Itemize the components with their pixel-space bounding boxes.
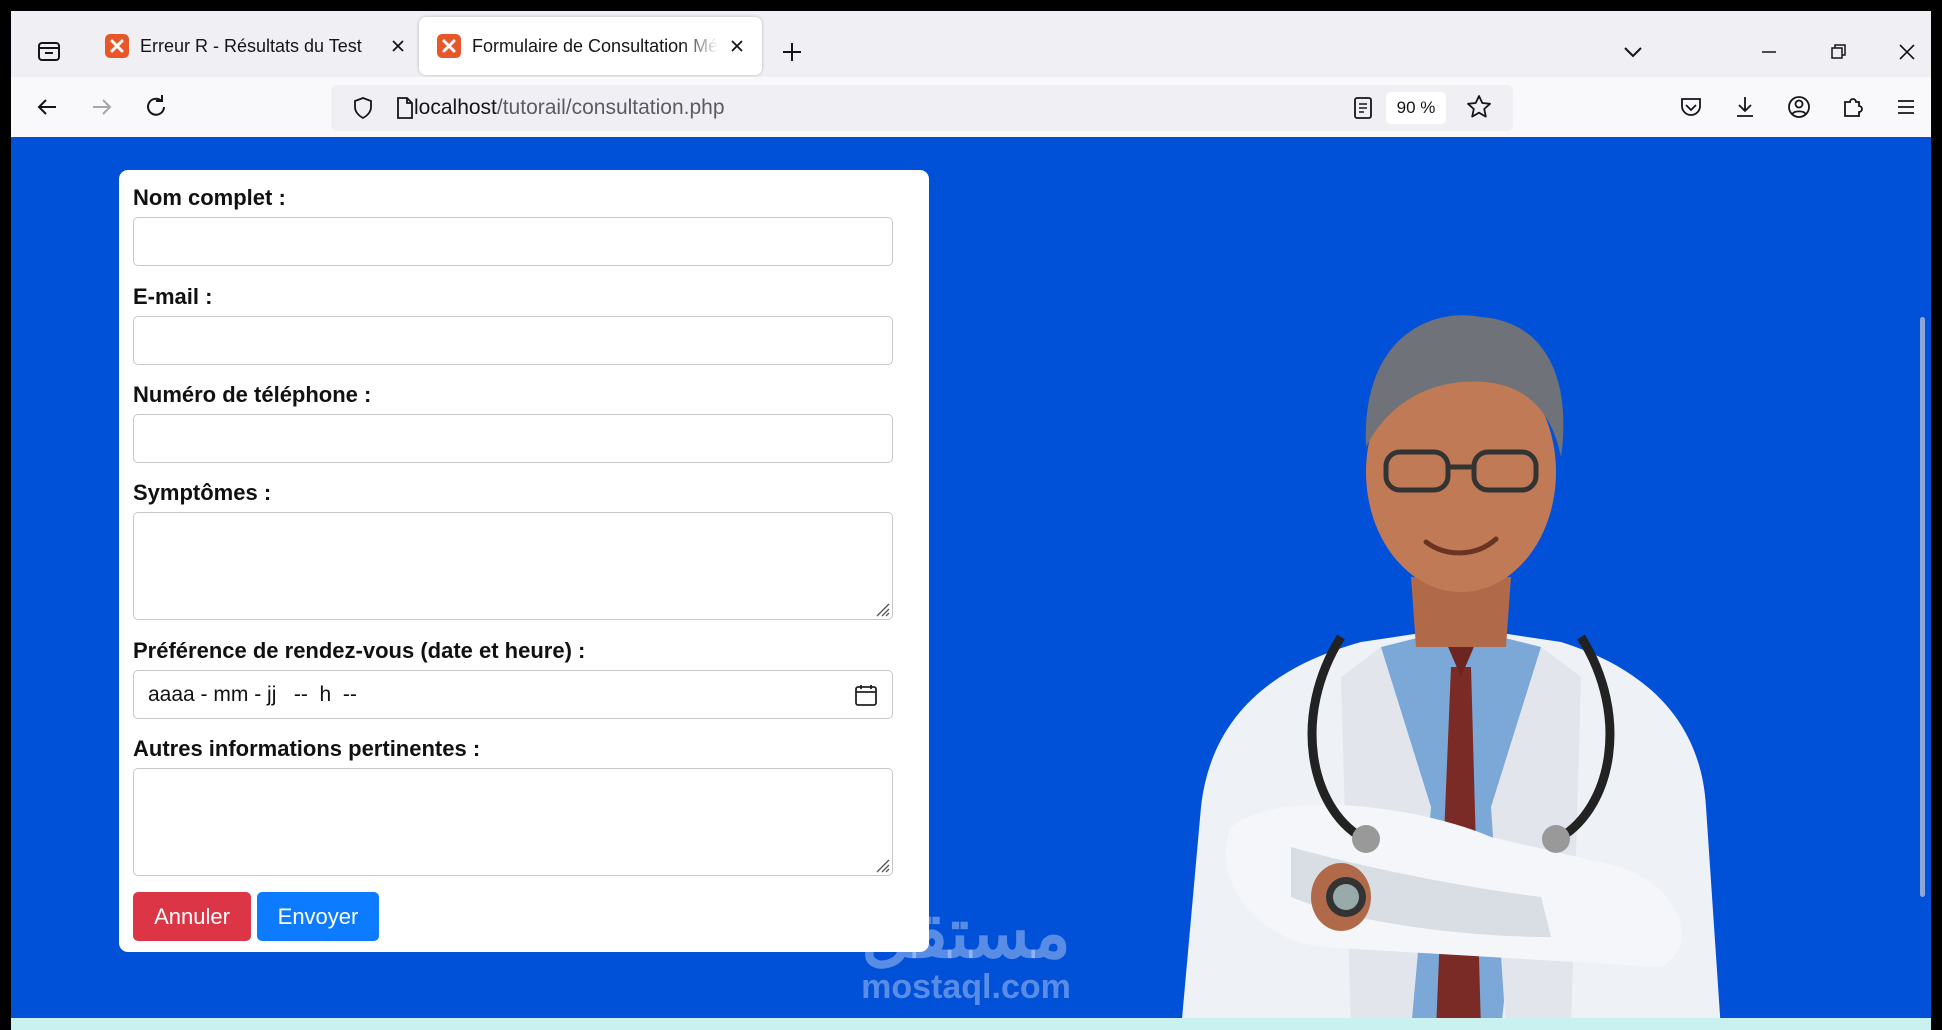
tab-title: Erreur R - Résultats du Test xyxy=(140,35,362,56)
tab-erreur-r[interactable]: Erreur R - Résultats du Test xyxy=(87,17,423,75)
phone-label: Numéro de téléphone : xyxy=(133,382,372,407)
minimize-icon[interactable] xyxy=(1752,35,1786,69)
doctor-illustration xyxy=(1181,315,1721,1030)
name-label: Nom complet : xyxy=(133,185,286,210)
other-info-label: Autres informations pertinentes : xyxy=(133,736,481,761)
send-button[interactable]: Envoyer xyxy=(257,892,379,941)
xampp-favicon-icon xyxy=(105,34,129,58)
url-path: /tutorail/consultation.php xyxy=(496,96,725,119)
close-window-icon[interactable] xyxy=(1890,35,1924,69)
tab-list-icon xyxy=(38,42,60,61)
browser-window: Erreur R - Résultats du Test Formulaire … xyxy=(11,11,1931,1030)
tracking-protection-shield-icon[interactable] xyxy=(348,93,378,123)
reload-icon[interactable] xyxy=(139,90,173,124)
restore-icon[interactable] xyxy=(1821,35,1855,69)
close-tab-icon[interactable] xyxy=(726,35,748,57)
email-label: E-mail : xyxy=(133,284,213,309)
page-bottom-strip xyxy=(11,1018,1931,1030)
cancel-button[interactable]: Annuler xyxy=(133,892,251,941)
pocket-icon[interactable] xyxy=(1675,91,1707,123)
calendar-icon[interactable] xyxy=(854,683,878,707)
consultation-form: Nom complet : E-mail : Numéro de télépho… xyxy=(119,170,929,952)
xampp-favicon-icon xyxy=(437,34,461,58)
new-tab-plus-icon[interactable] xyxy=(775,35,809,69)
forward-arrow-icon[interactable] xyxy=(85,90,119,124)
symptoms-textarea[interactable] xyxy=(133,512,893,620)
other-info-textarea[interactable] xyxy=(133,768,893,876)
watermark-arabic: مستقل xyxy=(861,894,1071,972)
reader-view-icon[interactable] xyxy=(1348,93,1378,123)
tab-title: Formulaire de Consultation Médicale xyxy=(472,35,718,56)
tab-formulaire-consultation[interactable]: Formulaire de Consultation Médicale xyxy=(419,17,762,75)
tab-strip: Erreur R - Résultats du Test Formulaire … xyxy=(11,11,1931,77)
url-text[interactable]: localhost/tutorail/consultation.php xyxy=(414,96,725,120)
tab-list-button[interactable] xyxy=(29,31,69,71)
vertical-scrollbar[interactable] xyxy=(1920,317,1925,897)
url-host: localhost xyxy=(414,96,497,119)
navigation-toolbar: localhost/tutorail/consultation.php 90 % xyxy=(11,77,1931,137)
datetime-placeholder: aaaa - mm - jj -- h -- xyxy=(148,683,357,706)
extensions-puzzle-icon[interactable] xyxy=(1837,91,1869,123)
email-input[interactable] xyxy=(133,316,893,365)
list-all-tabs-chevron-icon[interactable] xyxy=(1616,35,1650,69)
appointment-datetime-label: Préférence de rendez-vous (date et heure… xyxy=(133,638,586,663)
symptoms-label: Symptômes : xyxy=(133,480,272,505)
zoom-level-badge[interactable]: 90 % xyxy=(1386,92,1446,124)
mostaql-watermark: مستقل mostaql.com xyxy=(851,897,1081,1005)
hamburger-menu-icon[interactable] xyxy=(1890,91,1922,123)
phone-input[interactable] xyxy=(133,414,893,463)
resize-grip-icon[interactable] xyxy=(872,599,890,617)
page-content: Nom complet : E-mail : Numéro de télépho… xyxy=(11,137,1931,1030)
downloads-icon[interactable] xyxy=(1729,91,1761,123)
resize-grip-icon[interactable] xyxy=(872,855,890,873)
back-arrow-icon[interactable] xyxy=(30,90,64,124)
name-input[interactable] xyxy=(133,217,893,266)
bookmark-star-icon[interactable] xyxy=(1463,91,1495,123)
close-tab-icon[interactable] xyxy=(387,35,409,57)
appointment-datetime-input[interactable]: aaaa - mm - jj -- h -- xyxy=(133,670,893,719)
watermark-latin: mostaql.com xyxy=(861,968,1071,1006)
account-icon[interactable] xyxy=(1783,91,1815,123)
